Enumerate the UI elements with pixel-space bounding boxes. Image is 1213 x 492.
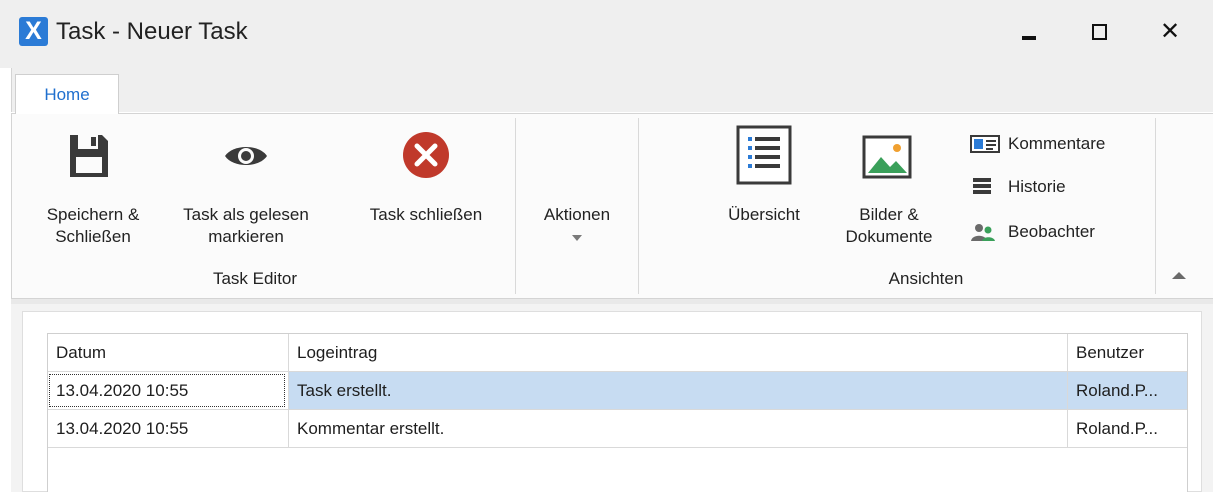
minimize-button[interactable] xyxy=(1010,14,1050,50)
maximize-button[interactable] xyxy=(1080,14,1120,50)
save-close-button[interactable]: Speichern & Schließen xyxy=(26,204,160,248)
column-header-benutzer[interactable]: Benutzer xyxy=(1067,334,1187,371)
app-logo-icon: X xyxy=(19,17,48,46)
cell-datum[interactable]: 13.04.2020 10:55 xyxy=(48,410,288,447)
mark-read-label-line2: markieren xyxy=(208,227,284,246)
table-row[interactable]: 13.04.2020 10:55 Task erstellt. Roland.P… xyxy=(48,372,1187,410)
stack-icon xyxy=(973,178,991,194)
mark-read-button[interactable]: Task als gelesen markieren xyxy=(168,204,324,248)
uebersicht-label: Übersicht xyxy=(728,205,800,224)
column-header-datum[interactable]: Datum xyxy=(48,334,288,371)
cell-logeintrag[interactable]: Kommentar erstellt. xyxy=(288,410,1067,447)
eye-icon xyxy=(223,142,269,175)
bilder-dokumente-button[interactable]: Bilder & Dokumente xyxy=(828,204,950,248)
floppy-disk-icon xyxy=(68,133,110,184)
grid-header-row: Datum Logeintrag Benutzer xyxy=(48,334,1187,372)
tab-home[interactable]: Home xyxy=(15,74,119,114)
ribbon-tab-strip xyxy=(11,68,1213,112)
cell-benutzer[interactable]: Roland.P... xyxy=(1067,372,1187,409)
kommentare-button[interactable]: Kommentare xyxy=(970,131,1140,157)
group-label-ansichten: Ansichten xyxy=(888,269,964,288)
group-label-task-editor: Task Editor xyxy=(212,269,298,288)
historie-label: Historie xyxy=(1008,177,1066,196)
close-window-button[interactable]: ✕ xyxy=(1150,14,1190,50)
uebersicht-button[interactable]: Übersicht xyxy=(706,204,822,226)
historie-button[interactable]: Historie xyxy=(970,174,1120,200)
picture-icon xyxy=(862,135,912,184)
bilder-label-line2: Dokumente xyxy=(845,227,933,246)
window-title: Task - Neuer Task xyxy=(56,18,248,45)
cell-logeintrag[interactable]: Task erstellt. xyxy=(288,372,1067,409)
caret-down-icon xyxy=(572,235,582,241)
save-close-label-line1: Speichern & xyxy=(46,205,140,224)
group-separator xyxy=(1155,118,1156,294)
group-separator xyxy=(515,118,516,294)
aktionen-label: Aktionen xyxy=(543,205,611,224)
cell-benutzer[interactable]: Roland.P... xyxy=(1067,410,1187,447)
bilder-label-line1: Bilder & xyxy=(859,205,919,224)
group-separator xyxy=(638,118,639,294)
close-task-button[interactable]: Task schließen xyxy=(348,204,504,226)
id-card-icon xyxy=(970,135,1000,153)
save-close-label-line2: Schließen xyxy=(55,227,131,246)
aktionen-dropdown-button[interactable]: Aktionen xyxy=(524,204,630,250)
mark-read-label-line1: Task als gelesen xyxy=(183,205,309,224)
column-header-logeintrag[interactable]: Logeintrag xyxy=(288,334,1067,371)
cell-datum[interactable]: 13.04.2020 10:55 xyxy=(48,372,288,409)
collapse-ribbon-icon[interactable] xyxy=(1172,272,1186,279)
cell-datum-text: 13.04.2020 10:55 xyxy=(56,381,189,400)
kommentare-label: Kommentare xyxy=(1008,134,1106,153)
beobachter-label: Beobachter xyxy=(1008,222,1095,241)
table-row[interactable]: 13.04.2020 10:55 Kommentar erstellt. Rol… xyxy=(48,410,1187,448)
close-task-label: Task schließen xyxy=(369,205,483,224)
list-document-icon xyxy=(736,125,792,190)
users-icon xyxy=(971,224,995,241)
beobachter-button[interactable]: Beobachter xyxy=(970,219,1130,245)
close-circle-icon xyxy=(402,131,450,184)
